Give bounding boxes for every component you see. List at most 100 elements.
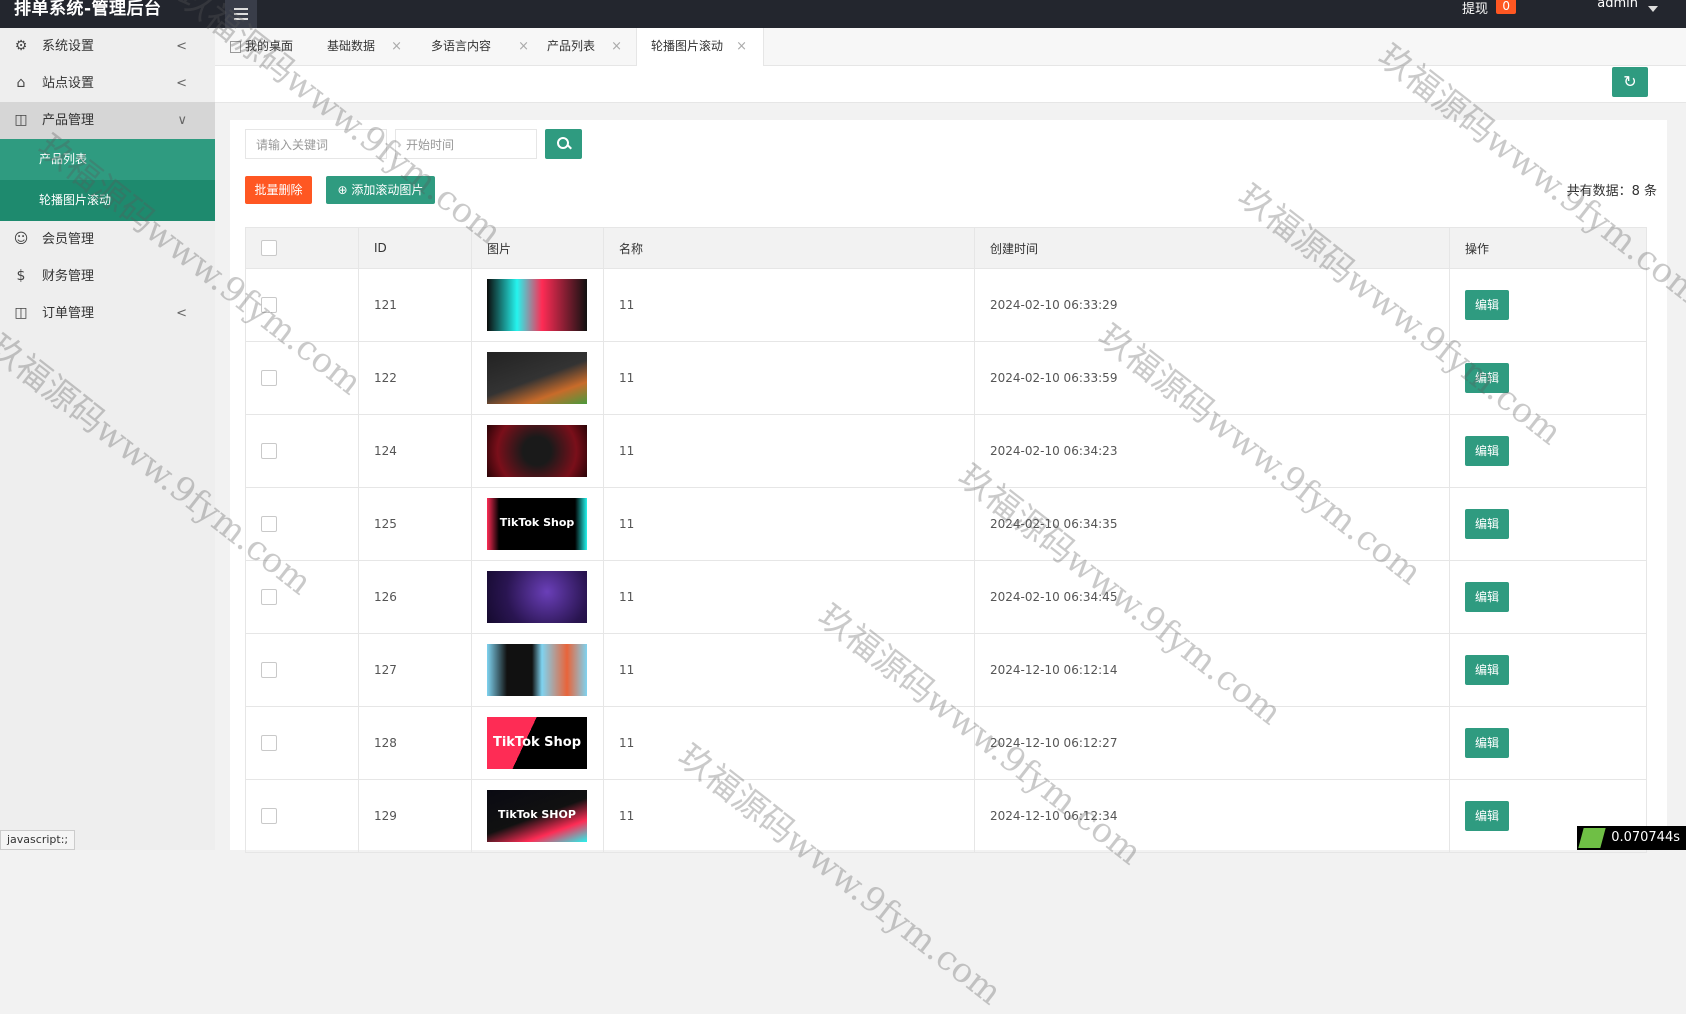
select-all-cell [245,227,359,269]
row-id: 128 [358,706,472,780]
tab-bar: 我的桌面 基础数据 × 多语言内容 × 产品列表 × 轮播图片滚动 × [215,28,1686,66]
tab-product-list[interactable]: 产品列表 × [547,28,622,65]
sidebar-item-finance[interactable]: $ 财务管理 [0,258,215,295]
main-card: 请输入关键词 开始时间 批量删除 ⊕ 添加滚动图片 共有数据：8 条 ID 图片… [230,120,1667,853]
row-name: 11 [603,560,975,634]
sidebar-item-label: 订单管理 [42,306,95,321]
tab-basic-data[interactable]: 基础数据 × [327,28,402,65]
sidebar-subitem-product-list[interactable]: 产品列表 [0,139,215,180]
close-icon[interactable]: × [736,28,747,65]
edit-button[interactable]: 编辑 [1465,363,1509,393]
menu-toggle-button[interactable] [225,0,257,28]
slide-thumbnail: TikTok SHOP [487,790,587,842]
row-checkbox[interactable] [261,516,277,532]
dollar-icon: $ [16,268,26,284]
slide-thumbnail [487,644,587,696]
add-slide-button[interactable]: ⊕ 添加滚动图片 [326,176,435,204]
edit-button[interactable]: 编辑 [1465,801,1509,831]
top-bar: 排单系统-管理后台 提现 0 admin [0,0,1686,28]
row-checkbox[interactable] [261,297,277,313]
chevron-left-icon: < [176,39,187,54]
hamburger-icon [234,8,248,10]
sidebar-item-products[interactable]: ◫ 产品管理 ∨ [0,102,215,139]
row-checkbox[interactable] [261,735,277,751]
row-name: 11 [603,779,975,853]
caret-down-icon[interactable] [1648,6,1658,12]
row-name: 11 [603,633,975,707]
slide-thumbnail [487,352,587,404]
tab-desktop[interactable]: 我的桌面 [230,28,300,65]
row-name: 11 [603,706,975,780]
table-header-row: ID 图片 名称 创建时间 操作 [245,227,1647,269]
edit-button[interactable]: 编辑 [1465,655,1509,685]
user-menu[interactable]: admin [1597,0,1638,11]
gear-icon: ⚙ [14,38,28,54]
edit-button[interactable]: 编辑 [1465,290,1509,320]
slide-thumbnail [487,571,587,623]
refresh-button[interactable]: ↻ [1612,67,1648,97]
sidebar-item-system-settings[interactable]: ⚙ 系统设置 < [0,28,215,65]
leaf-icon [1578,828,1606,848]
row-checkbox[interactable] [261,370,277,386]
start-time-input[interactable]: 开始时间 [395,129,537,159]
chevron-left-icon: < [176,76,187,91]
home-icon [230,41,241,53]
withdraw-count-badge: 0 [1496,0,1516,14]
column-header-actions: 操作 [1449,227,1647,269]
tab-multilang[interactable]: 多语言内容 × [431,28,529,65]
row-checkbox[interactable] [261,443,277,459]
chevron-left-icon: < [176,306,187,321]
row-id: 125 [358,487,472,561]
slide-thumbnail [487,425,587,477]
close-icon[interactable]: × [518,28,529,65]
row-id: 121 [358,268,472,342]
edit-button[interactable]: 编辑 [1465,728,1509,758]
close-icon[interactable]: × [611,28,622,65]
column-header-name: 名称 [603,227,975,269]
tab-carousel[interactable]: 轮播图片滚动 × [636,28,764,66]
chevron-down-icon: ∨ [177,113,187,128]
select-all-checkbox[interactable] [261,240,277,256]
row-created: 2024-12-10 06:12:27 [974,706,1450,780]
column-header-id: ID [358,227,472,269]
sidebar-subitem-carousel[interactable]: 轮播图片滚动 [0,180,215,221]
sidebar-item-members[interactable]: ☺ 会员管理 [0,221,215,258]
withdraw-link[interactable]: 提现 [1462,0,1488,17]
search-icon [557,137,569,149]
sidebar-item-label: 财务管理 [42,269,95,284]
edit-button[interactable]: 编辑 [1465,582,1509,612]
edit-button[interactable]: 编辑 [1465,509,1509,539]
row-id: 122 [358,341,472,415]
sidebar-item-label: 会员管理 [42,232,95,247]
batch-delete-button[interactable]: 批量删除 [245,176,312,204]
row-created: 2024-02-10 06:34:35 [974,487,1450,561]
plus-circle-icon: ⊕ [337,183,352,197]
row-name: 11 [603,414,975,488]
column-header-created: 创建时间 [974,227,1450,269]
edit-button[interactable]: 编辑 [1465,436,1509,466]
row-name: 11 [603,268,975,342]
row-checkbox[interactable] [261,589,277,605]
sidebar-item-orders[interactable]: ◫ 订单管理 < [0,295,215,332]
sidebar-item-site-settings[interactable]: ⌂ 站点设置 < [0,65,215,102]
search-button[interactable] [545,129,582,159]
box-icon: ◫ [14,112,28,128]
row-created: 2024-12-10 06:12:14 [974,633,1450,707]
sidebar-item-label: 站点设置 [42,76,95,91]
table-row: 122 11 2024-02-10 06:33:59 编辑 [245,341,1647,415]
row-created: 2024-02-10 06:33:59 [974,341,1450,415]
row-checkbox[interactable] [261,808,277,824]
table-row: 121 11 2024-02-10 06:33:29 编辑 [245,268,1647,342]
row-id: 126 [358,560,472,634]
row-created: 2024-12-10 06:12:34 [974,779,1450,853]
close-icon[interactable]: × [391,28,402,65]
table-row: 126 11 2024-02-10 06:34:45 编辑 [245,560,1647,634]
row-name: 11 [603,341,975,415]
sidebar: ⚙ 系统设置 < ⌂ 站点设置 < ◫ 产品管理 ∨ 产品列表 轮播图片滚动 ☺… [0,28,215,850]
refresh-icon: ↻ [1623,72,1637,91]
row-created: 2024-02-10 06:34:45 [974,560,1450,634]
row-checkbox[interactable] [261,662,277,678]
slide-thumbnail [487,279,587,331]
keyword-input[interactable]: 请输入关键词 [245,129,387,159]
table-row: 128 TikTok Shop 11 2024-12-10 06:12:27 编… [245,706,1647,780]
